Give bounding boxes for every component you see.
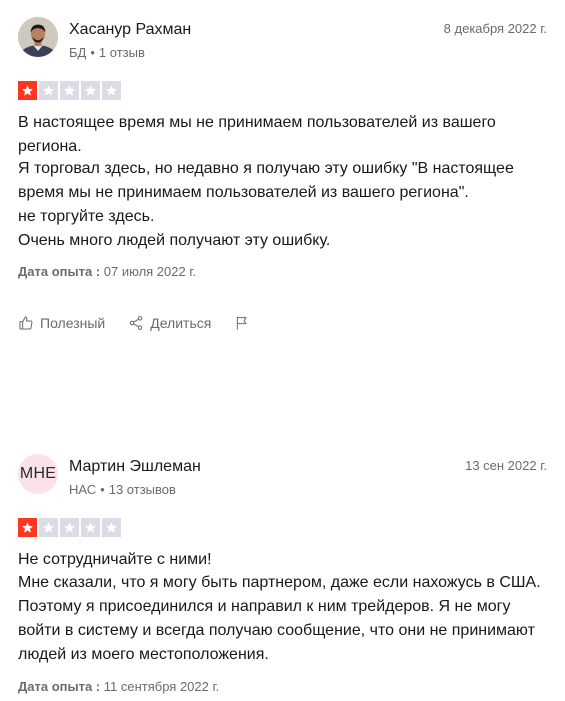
experience-label: Дата опыта : [18,679,101,694]
author-country: БД [69,45,87,60]
review-date: 13 сен 2022 г. [465,458,547,473]
star-rating [18,518,121,537]
star-icon [60,81,79,100]
star-icon [102,81,121,100]
flag-icon [237,317,247,330]
user-photo-icon [18,17,58,57]
author-review-count: 1 отзыв [98,45,145,60]
review-paragraph: Мне сказали, что я могу быть партнером, … [18,574,541,663]
author-name[interactable]: Мартин Эшлеман [69,458,201,476]
star-rating [18,81,121,100]
share-icon [130,316,143,330]
star-icon [18,81,37,100]
author-country: НАС [69,482,97,497]
review-body: Я торговал здесь, но недавно я получаю э… [18,157,548,253]
star-icon [60,518,79,537]
avatar[interactable]: МНЕ [18,454,58,494]
review-paragraph: Очень много людей получают эту ошибку. [18,232,331,249]
star-icon [39,518,58,537]
star-icon [18,518,37,537]
experience-date: Дата опыта : 11 сентября 2022 г. [18,679,219,694]
review-paragraph: Я торговал здесь, но недавно я получаю э… [18,160,514,201]
share-label: Делиться [150,315,212,331]
experience-label: Дата опыта : [18,264,101,279]
review-title[interactable]: В настоящее время мы не принимаем пользо… [18,111,543,159]
review-paragraph: не торгуйте здесь. [18,208,155,225]
thumbs-up-icon [19,316,33,330]
useful-button[interactable]: Полезный [18,315,105,331]
author-name[interactable]: Хасанур Рахман [69,21,191,39]
author-meta: НАС • 13 отзывов [69,482,176,497]
star-icon [102,518,121,537]
star-icon [81,81,100,100]
avatar[interactable] [18,17,58,57]
star-icon [39,81,58,100]
useful-label: Полезный [40,315,106,331]
experience-value: 07 июля 2022 г. [103,264,197,279]
star-icon [81,518,100,537]
separator-dot: • [90,45,95,60]
review-title[interactable]: Не сотрудничайте с ними! [18,548,543,572]
review-actions: Полезный Делиться [18,312,256,334]
experience-value: 11 сентября 2022 г. [103,679,220,694]
separator-dot: • [100,482,105,497]
report-button[interactable] [234,315,256,331]
author-review-count: 13 отзывов [108,482,176,497]
experience-date: Дата опыта : 07 июля 2022 г. [18,264,196,279]
review-date: 8 декабря 2022 г. [443,21,547,36]
review-body: Мне сказали, что я могу быть партнером, … [18,571,548,667]
share-button[interactable]: Делиться [128,315,211,331]
author-meta: БД • 1 отзыв [69,45,145,60]
